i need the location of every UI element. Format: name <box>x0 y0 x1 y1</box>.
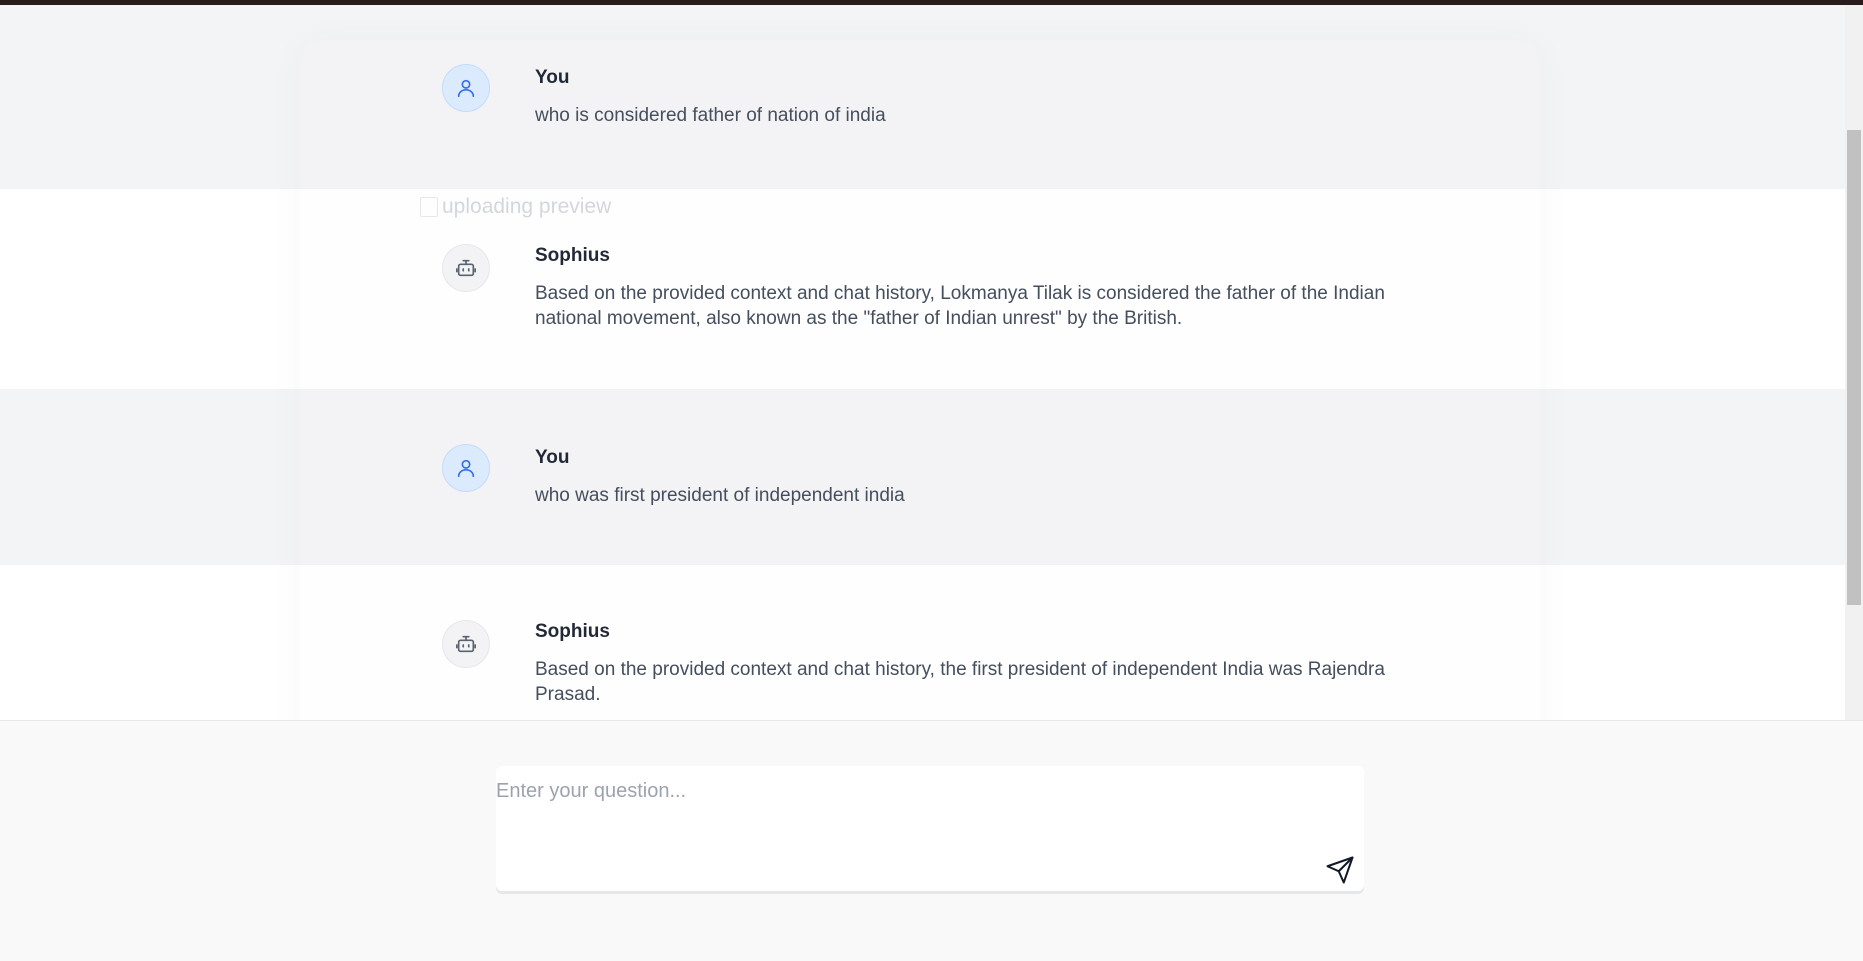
message-user: You who is considered father of nation o… <box>0 5 1845 189</box>
message-text: Based on the provided context and chat h… <box>535 283 1385 329</box>
user-icon <box>457 459 475 478</box>
bot-avatar <box>442 620 490 668</box>
scrollbar-thumb[interactable] <box>1847 130 1861 605</box>
message-sender: You <box>535 447 570 468</box>
composer <box>0 720 1863 961</box>
robot-icon <box>456 635 476 653</box>
bot-avatar <box>442 244 490 292</box>
message-bot: Sophius Based on the provided context an… <box>0 565 1845 720</box>
message-sender: You <box>535 67 570 88</box>
message-text: who is considered father of nation of in… <box>535 105 886 126</box>
message-sender: Sophius <box>535 245 610 266</box>
broken-image-icon <box>420 197 438 217</box>
message-text: who was first president of independent i… <box>535 485 905 506</box>
send-icon <box>1326 856 1354 884</box>
message-user: You who was first president of independe… <box>0 389 1845 565</box>
send-button[interactable] <box>1324 854 1356 886</box>
chat-scrollbar[interactable] <box>1845 5 1863 720</box>
message-text: Based on the provided context and chat h… <box>535 659 1385 705</box>
user-avatar <box>442 64 490 112</box>
message-sender: Sophius <box>535 621 610 642</box>
message-bot: Sophius Based on the provided context an… <box>0 189 1845 389</box>
robot-icon <box>456 259 476 277</box>
user-avatar <box>442 444 490 492</box>
chat-history[interactable]: You who is considered father of nation o… <box>0 5 1845 720</box>
question-input-box <box>496 766 1364 891</box>
question-input[interactable] <box>496 766 1364 891</box>
upload-preview: uploading preview <box>420 195 611 219</box>
user-icon <box>457 79 475 98</box>
upload-preview-alt: uploading preview <box>442 195 612 218</box>
